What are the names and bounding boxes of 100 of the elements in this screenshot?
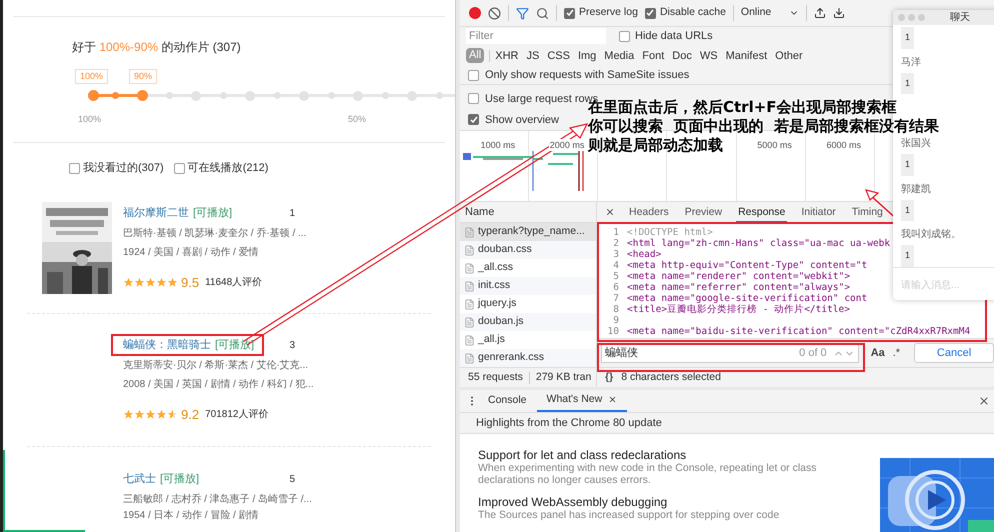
movie-title[interactable]: 蝙蝠侠：黑暗骑士: [123, 336, 211, 354]
time-tick: 1000 ms: [480, 139, 516, 152]
checkbox-label: Preserve log: [579, 5, 638, 20]
star-icon: [145, 277, 156, 288]
type-filter[interactable]: WS: [700, 48, 718, 64]
scale-label: 100%: [78, 113, 102, 126]
request-name: douban.js: [478, 314, 524, 330]
detail-tab[interactable]: Timing: [850, 202, 885, 223]
checkbox[interactable]: [468, 93, 479, 104]
request-name: _all.js: [478, 332, 505, 348]
drawer-tab[interactable]: Console: [478, 389, 537, 412]
annotation-text: 则就是局部动态加载: [588, 136, 723, 155]
clear-icon[interactable]: [488, 6, 501, 20]
detail-tab[interactable]: Preview: [682, 202, 724, 223]
request-name: genrerank.css: [478, 350, 544, 366]
type-filter[interactable]: Font: [642, 48, 664, 64]
playable-tag: [可播放]: [193, 204, 232, 222]
file-icon: [464, 244, 475, 256]
checkbox[interactable]: [619, 30, 630, 42]
slider-handle[interactable]: [88, 90, 99, 101]
file-icon: [464, 280, 475, 292]
slider-track[interactable]: [88, 90, 455, 101]
movie-info: 1924 / 美国 / 喜剧 / 动作 / 爱情: [123, 246, 260, 260]
request-row[interactable]: _all.js: [460, 331, 596, 350]
cancel-button[interactable]: Cancel: [914, 343, 994, 364]
feature-title[interactable]: Improved WebAssembly debugging: [478, 495, 858, 510]
type-filter[interactable]: Doc: [672, 48, 692, 64]
sender-name: 马洋: [901, 56, 921, 70]
checkbox[interactable]: [564, 8, 575, 19]
search-field[interactable]: 蝙蝠侠 0 of 0: [601, 343, 859, 364]
type-filter[interactable]: Other: [775, 48, 803, 64]
request-row[interactable]: init.css: [460, 277, 596, 296]
sender-name: 张国兴: [901, 136, 931, 151]
feature-description: When experimenting with new code in the Console, repeating let or class declarations no longer causes errors.: [478, 463, 818, 486]
type-filter[interactable]: Img: [578, 48, 596, 64]
close-icon[interactable]: [978, 394, 990, 407]
filter-label: 可在线播放(212): [188, 160, 268, 176]
file-icon: [464, 316, 475, 328]
close-icon[interactable]: [608, 395, 618, 404]
line-number: 9: [612, 315, 619, 326]
request-row[interactable]: jquery.js: [460, 295, 596, 314]
regex-toggle[interactable]: .*: [892, 345, 900, 362]
checkbox[interactable]: [174, 162, 185, 174]
close-icon[interactable]: [605, 207, 615, 218]
line-number: 6: [612, 282, 619, 294]
detail-tab[interactable]: Initiator: [799, 202, 838, 223]
transfer-size: 279 KB tran: [536, 370, 592, 385]
throttling-dropdown[interactable]: Online: [740, 5, 799, 21]
match-case-toggle[interactable]: Aa: [870, 345, 885, 362]
check-icon: [470, 116, 478, 124]
star-icon: [156, 277, 167, 288]
request-row[interactable]: douban.js: [460, 313, 596, 332]
code-line: <meta http-equiv="Content-Type" content="t: [627, 260, 868, 272]
request-row[interactable]: _all.css: [460, 259, 596, 278]
check-icon: [566, 9, 574, 18]
file-icon: [464, 262, 475, 274]
star-icon: [123, 409, 134, 420]
checkbox[interactable]: [644, 8, 656, 19]
column-header[interactable]: Name: [460, 202, 596, 224]
playable-tag: [可播放]: [160, 470, 200, 488]
match-count: 0 of 0: [799, 346, 827, 362]
code-line: <head>: [627, 249, 662, 260]
checkbox[interactable]: [468, 70, 479, 81]
checkbox[interactable]: [69, 162, 80, 174]
filter-field[interactable]: Filter: [466, 28, 606, 44]
movie-info: 2008 / 美国 / 英国 / 剧情 / 动作 / 科幻 / 犯...: [123, 378, 315, 392]
line-number: 4: [612, 260, 619, 272]
message-bubble: 1: [901, 154, 914, 176]
feature-title[interactable]: Support for let and class redeclarations: [478, 448, 858, 463]
code-line: <!DOCTYPE html>: [627, 227, 713, 238]
movie-cast: 巴斯特·基顿 / 凯瑟琳·麦奎尔 / 乔·基顿 / ...: [123, 226, 308, 241]
detail-tab[interactable]: Headers: [627, 202, 671, 223]
request-row[interactable]: genrerank.css: [460, 349, 596, 368]
message-bubble: 1: [901, 245, 914, 266]
pretty-print-button[interactable]: {}: [605, 370, 614, 386]
type-filter[interactable]: JS: [526, 48, 540, 64]
checkbox[interactable]: [468, 114, 479, 126]
slider-handle[interactable]: [136, 90, 148, 101]
request-row[interactable]: douban.css: [460, 241, 596, 260]
search-icon[interactable]: [536, 6, 549, 20]
selection-status: 8 characters selected: [621, 370, 721, 385]
window-title: 聊天: [950, 11, 970, 25]
checkbox-label: Hide data URLs: [635, 29, 713, 44]
type-filter[interactable]: CSS: [547, 48, 570, 64]
request-row[interactable]: typerank?type_name...: [460, 223, 596, 242]
line-number: 2: [612, 238, 619, 250]
movie-title[interactable]: 七武士: [123, 470, 156, 488]
star-icon: [167, 409, 178, 420]
type-filter[interactable]: Media: [604, 48, 634, 64]
annotation-text: 你可以搜索 页面中出现的 若是局部搜索框没有结果: [588, 117, 939, 136]
filter-icon[interactable]: [516, 6, 529, 20]
upload-icon[interactable]: [814, 7, 826, 20]
movie-title[interactable]: 福尔摩斯二世: [123, 204, 189, 222]
type-filter[interactable]: XHR: [495, 48, 518, 64]
time-tick: 6000 ms: [825, 139, 862, 152]
download-icon[interactable]: [832, 7, 845, 20]
line-number: 5: [612, 271, 619, 282]
type-filter[interactable]: Manifest: [726, 48, 768, 64]
message-bubble: 1: [901, 27, 914, 48]
record-icon[interactable]: [469, 7, 481, 20]
